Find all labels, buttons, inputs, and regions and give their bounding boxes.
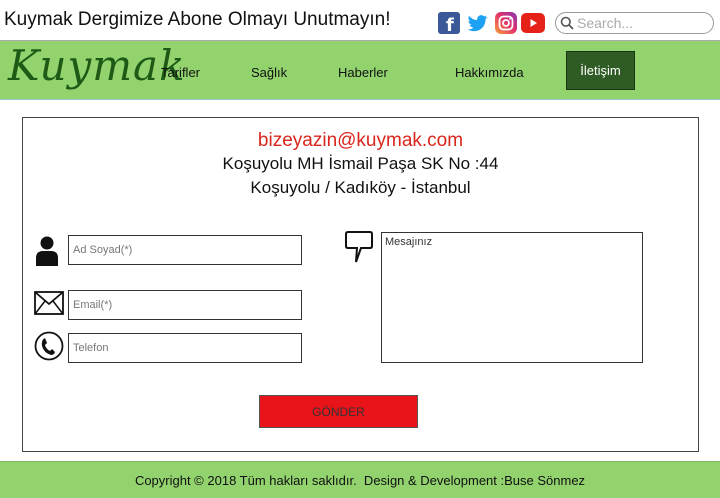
main-navbar: Kuymak Tarifler Sağlık Haberler Hakkımız… [0,40,720,100]
svg-text:f: f [446,15,454,34]
send-button[interactable]: GÖNDER [259,395,418,428]
email-field[interactable] [68,290,302,320]
footer: Copyright © 2018 Tüm hakları saklıdır. D… [0,461,720,498]
search-input[interactable] [577,15,707,31]
search-icon [560,16,574,30]
footer-copyright: Copyright © 2018 Tüm hakları saklıdır. D… [134,473,586,488]
site-logo[interactable]: Kuymak [8,41,186,90]
nav-item-iletisim-active[interactable]: İletişim [566,51,635,90]
nav-item-tarifler[interactable]: Tarifler [161,65,200,80]
facebook-icon[interactable]: f [438,12,460,34]
twitter-icon[interactable] [467,12,489,34]
nav-item-saglik[interactable]: Sağlık [251,65,287,80]
contact-panel: bizeyazin@kuymak.com Koşuyolu MH İsmail … [22,117,699,452]
instagram-icon[interactable] [495,12,517,34]
person-icon [35,236,59,271]
name-field[interactable] [68,235,302,265]
youtube-icon[interactable] [521,13,545,33]
phone-icon [34,331,64,366]
address-line-2: Koşuyolu / Kadıköy - İstanbul [250,178,471,197]
nav-item-hakkimizda[interactable]: Hakkımızda [455,65,524,80]
top-strip: Kuymak Dergimize Abone Olmayı Unutmayın!… [0,0,720,40]
envelope-icon [34,291,64,320]
phone-field[interactable] [68,333,302,363]
address-line-1: Koşuyolu MH İsmail Paşa SK No :44 [222,154,499,173]
message-textarea[interactable] [381,232,643,363]
subscribe-tagline: Kuymak Dergimize Abone Olmayı Unutmayın! [4,9,391,30]
nav-item-haberler[interactable]: Haberler [338,65,388,80]
speech-bubble-icon [344,229,374,270]
search-box[interactable] [555,12,714,34]
contact-email[interactable]: bizeyazin@kuymak.com [23,130,698,152]
